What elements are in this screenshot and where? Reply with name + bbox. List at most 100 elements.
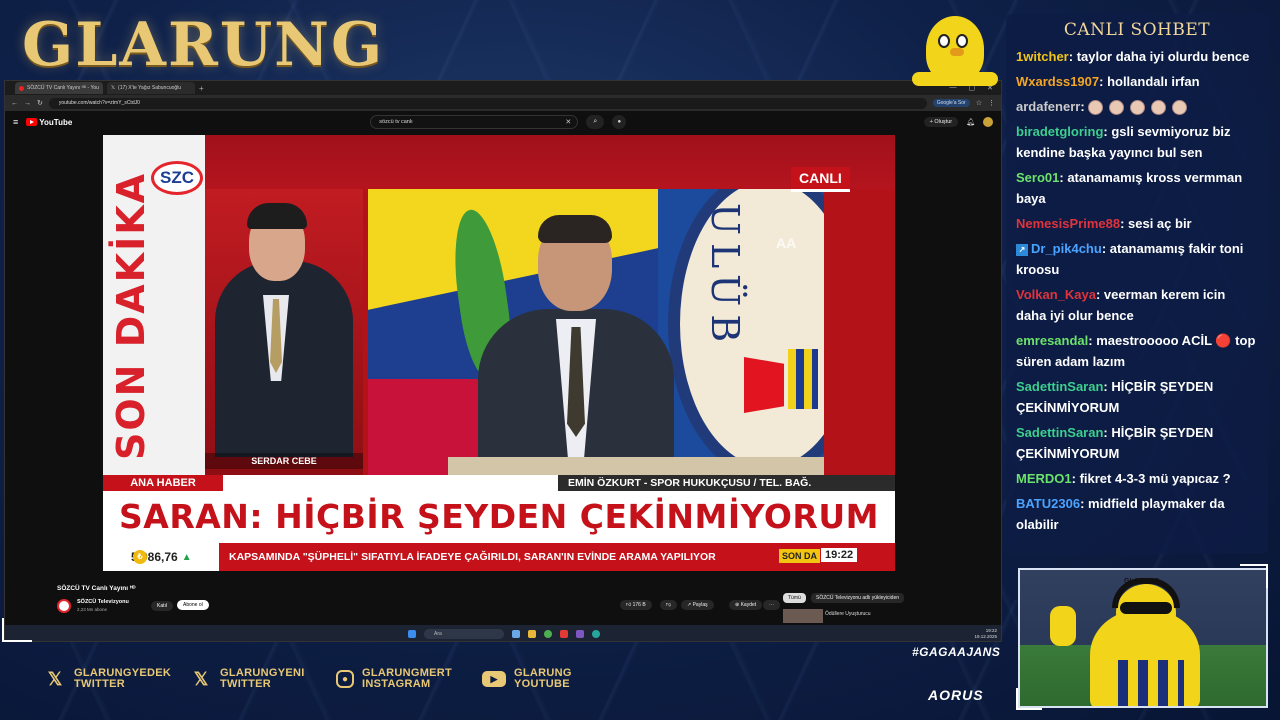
hamburger-menu-icon[interactable]: ≡ bbox=[13, 117, 18, 127]
more-actions-icon[interactable]: ⋯ bbox=[763, 600, 780, 610]
star-icon[interactable]: ☆ bbox=[976, 99, 982, 107]
youtube-logo[interactable]: YouTube bbox=[26, 118, 72, 127]
chat-message: ardafenerr: bbox=[1006, 94, 1268, 119]
chat-username[interactable]: Sero01 bbox=[1016, 170, 1059, 185]
search-icon[interactable]: ⌕ bbox=[586, 115, 605, 129]
chat-username[interactable]: SadettinSaran bbox=[1016, 379, 1103, 394]
social-platform: INSTAGRAM bbox=[362, 678, 431, 690]
chat-message: emresandal: maestrooooo ACİL 🔴 top süren… bbox=[1006, 328, 1268, 374]
anchor-name-caption: SERDAR CEBE bbox=[205, 453, 363, 469]
google-ask-button[interactable]: Google'a Sor bbox=[932, 99, 970, 107]
clear-search-icon[interactable]: ✕ bbox=[565, 118, 571, 126]
chat-username[interactable]: Volkan_Kaya bbox=[1016, 287, 1096, 302]
channel-subscribers: 2,23 Mn abone bbox=[77, 607, 108, 612]
windows-start-icon[interactable] bbox=[408, 630, 416, 638]
x-icon: 𝕏 bbox=[47, 668, 63, 689]
video-title: SÖZCÜ TV Canlı Yayını ᴴᴰ bbox=[57, 585, 136, 592]
frame-corner bbox=[1016, 688, 1042, 710]
social-x-yedek: 𝕏 GLARUNGYEDEK TWITTER bbox=[44, 668, 171, 690]
forward-icon[interactable]: → bbox=[24, 100, 31, 107]
subscribe-button[interactable]: Abone ol bbox=[177, 600, 209, 610]
brave-icon[interactable] bbox=[560, 630, 568, 638]
save-button[interactable]: ⊕ Kaydet bbox=[729, 600, 763, 610]
menu-dots-icon[interactable]: ⋮ bbox=[988, 99, 995, 107]
instagram-icon: ● bbox=[336, 670, 354, 688]
mascot-beak bbox=[950, 48, 964, 56]
create-button[interactable]: + Oluştur bbox=[923, 117, 959, 127]
headline: SARAN: HİÇBİR ŞEYDEN ÇEKİNMİYORUM bbox=[103, 491, 895, 543]
chat-message: Volkan_Kaya: veerman kerem icin daha iyi… bbox=[1006, 282, 1268, 328]
turkish-flag bbox=[744, 357, 784, 413]
chat-username[interactable]: biradetgloring bbox=[1016, 124, 1103, 139]
social-platform: YOUTUBE bbox=[514, 678, 570, 690]
discord-icon[interactable] bbox=[576, 630, 584, 638]
chat-message: 1witcher: taylor daha iyi olurdu bence bbox=[1006, 44, 1268, 69]
chat-text: : fikret 4-3-3 mü yapıcaz ? bbox=[1071, 471, 1231, 486]
chat-username[interactable]: BATU2306 bbox=[1016, 496, 1080, 511]
save-label: Kaydet bbox=[740, 602, 757, 608]
chat-message: ↗ Dr_pik4chu: atanamamış fakir toni kroos… bbox=[1006, 236, 1268, 282]
join-button[interactable]: Katıl bbox=[151, 601, 174, 611]
emote-icon bbox=[1172, 100, 1188, 116]
ticker-text: KAPSAMINDA "ŞÜPHELİ" SIFATIYLA İFADEYE Ç… bbox=[229, 551, 716, 563]
obs-icon[interactable] bbox=[592, 630, 600, 638]
press-desk bbox=[448, 457, 824, 475]
search-input[interactable]: sözcü tv canlı ✕ bbox=[370, 115, 579, 129]
channel-avatar[interactable] bbox=[57, 599, 71, 613]
live-chat-panel: CANLI SOHBET 1witcher: taylor daha iyi o… bbox=[1006, 14, 1268, 554]
channel-name[interactable]: SÖZCÜ Televizyonu bbox=[77, 599, 129, 605]
back-icon[interactable]: ← bbox=[11, 100, 18, 107]
mascot-thumb bbox=[1050, 606, 1076, 646]
recommended-thumbnail[interactable] bbox=[783, 609, 823, 623]
browser-window: SÖZCÜ TV Canlı Yayını ᴴᴰ - You 𝕏 (17) X'… bbox=[4, 80, 1002, 642]
social-text: GLARUNGYEDEK TWITTER bbox=[74, 668, 171, 690]
coin-icon: ₺ bbox=[133, 550, 147, 564]
chat-message: biradetgloring: gsli sevmiyoruz biz kend… bbox=[1006, 119, 1268, 165]
reload-icon[interactable]: ↻ bbox=[37, 99, 43, 107]
browser-tabbar: SÖZCÜ TV Canlı Yayını ᴴᴰ - You 𝕏 (17) X'… bbox=[5, 81, 1001, 95]
taskbar-search[interactable]: Ara bbox=[424, 629, 504, 639]
chip-all[interactable]: Tümü bbox=[783, 593, 806, 603]
account-avatar[interactable] bbox=[983, 117, 993, 127]
recommended-title[interactable]: Ödüllere Uyuşturucu bbox=[825, 611, 871, 617]
chat-username[interactable]: Dr_pik4chu bbox=[1031, 241, 1102, 256]
chip-from-uploader[interactable]: SÖZCÜ Televizyonu adlı yükleyiciden bbox=[811, 593, 905, 603]
youtube-icon: ▶ bbox=[482, 671, 506, 687]
frame-corner bbox=[2, 618, 32, 642]
price-up-icon: ▲ bbox=[181, 551, 192, 563]
mascot-hands bbox=[912, 72, 998, 86]
url-field[interactable]: youtube.com/watch?v=ztmY_sCtdJ0 bbox=[48, 97, 927, 109]
share-button[interactable]: ↗ Paylaş bbox=[681, 600, 714, 610]
sponsor-logo: AORUS bbox=[928, 687, 984, 703]
new-tab-icon[interactable]: + bbox=[199, 84, 204, 93]
notifications-bell-icon[interactable]: 🔔︎ bbox=[966, 118, 975, 126]
chat-username[interactable]: 1witcher bbox=[1016, 49, 1069, 64]
chat-username[interactable]: ardafenerr bbox=[1016, 99, 1080, 114]
file-explorer-icon[interactable] bbox=[528, 630, 536, 638]
youtube-header: ≡ YouTube sözcü tv canlı ✕ ⌕ ● + Oluştur… bbox=[5, 111, 1001, 133]
chat-username[interactable]: SadettinSaran bbox=[1016, 425, 1103, 440]
chrome-icon[interactable] bbox=[544, 630, 552, 638]
chat-message-list: 1witcher: taylor daha iyi olurdu bence Wx… bbox=[1006, 44, 1268, 537]
address-bar-row: ← → ↻ youtube.com/watch?v=ztmY_sCtdJ0 Go… bbox=[5, 95, 1001, 111]
like-button[interactable]: 👍︎ 176 B bbox=[620, 600, 652, 610]
microphone-icon[interactable]: ● bbox=[612, 115, 627, 129]
browser-tab-youtube[interactable]: SÖZCÜ TV Canlı Yayını ᴴᴰ - You bbox=[15, 82, 103, 94]
emote-icon bbox=[1130, 100, 1146, 116]
task-view-icon[interactable] bbox=[512, 630, 520, 638]
chat-username[interactable]: MERDO1 bbox=[1016, 471, 1072, 486]
dislike-icon[interactable]: 👎︎ bbox=[660, 600, 678, 610]
chat-username[interactable]: NemesisPrime88 bbox=[1016, 216, 1120, 231]
broadcast-clock: 19:22 bbox=[821, 548, 858, 562]
chat-text: : taylor daha iyi olurdu bence bbox=[1068, 49, 1250, 64]
frame-corner bbox=[1240, 564, 1268, 588]
breaking-news-banner: SON DAKİKA bbox=[109, 171, 153, 460]
browser-tab-x[interactable]: 𝕏 (17) X'te Yağız Sabuncuoğlu bbox=[107, 82, 195, 94]
chat-message: SadettinSaran: HİÇBİR ŞEYDEN ÇEKİNMİYORU… bbox=[1006, 420, 1268, 466]
chat-username[interactable]: Wxardss1907 bbox=[1016, 74, 1099, 89]
video-player[interactable]: SZC SON DAKİKA SERDAR CEBE ULÜB AA CANLI… bbox=[103, 135, 895, 579]
taskbar-clock[interactable]: 19:22 19.12.2025 bbox=[974, 628, 997, 640]
chat-username[interactable]: emresandal bbox=[1016, 333, 1088, 348]
taskbar-date: 19.12.2025 bbox=[974, 634, 997, 639]
tab-label: SÖZCÜ TV Canlı Yayını ᴴᴰ - You bbox=[27, 85, 99, 91]
